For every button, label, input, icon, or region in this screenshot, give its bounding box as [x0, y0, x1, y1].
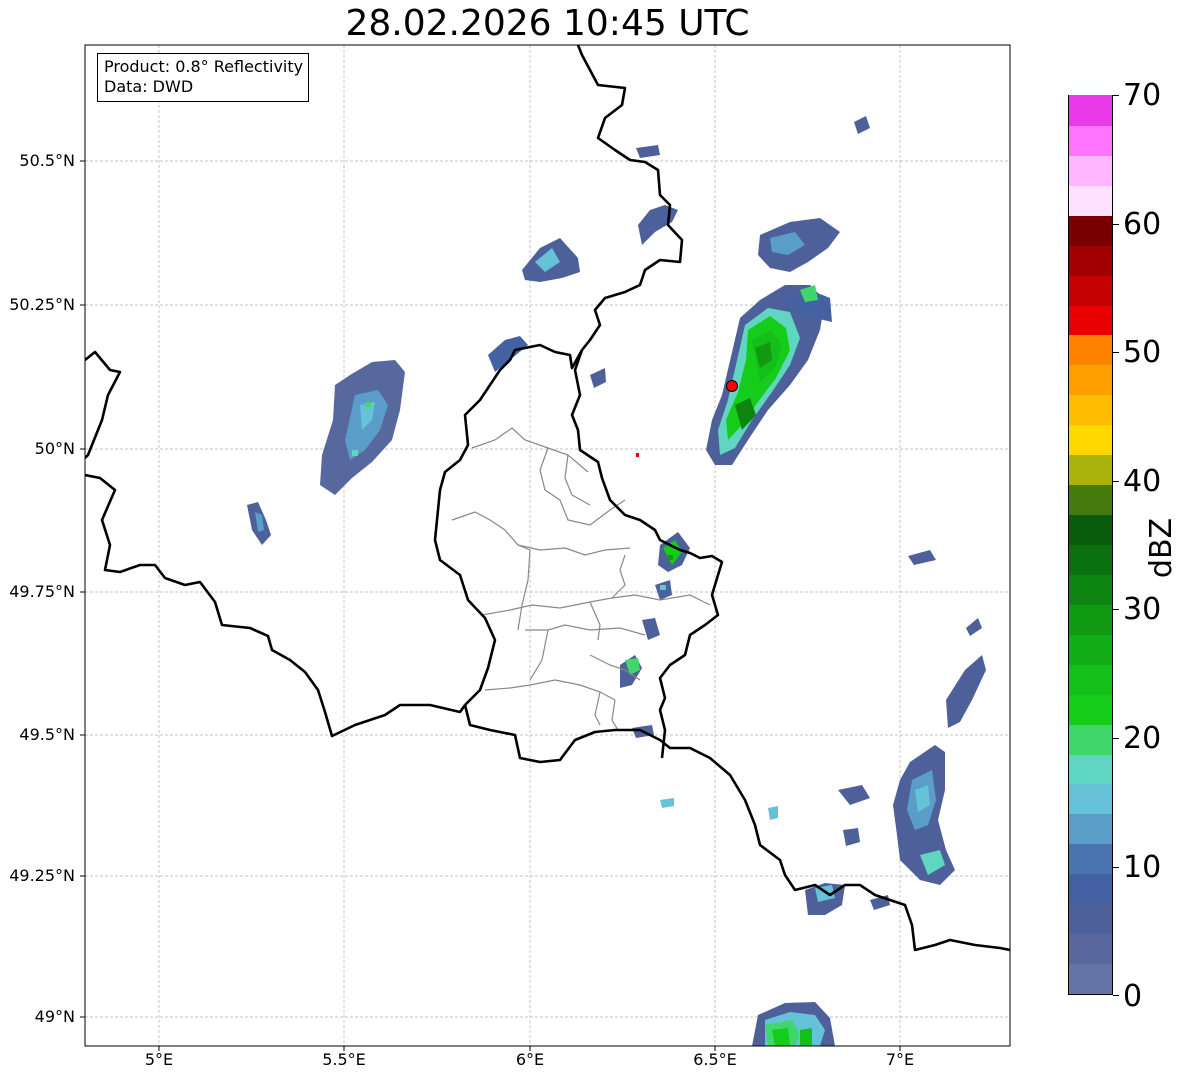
colorbar-tick: [1113, 481, 1119, 482]
colorbar-tick: [1113, 224, 1119, 225]
colorbar-segment: [1069, 903, 1112, 935]
colorbar-segment: [1069, 604, 1112, 635]
lat-label: 50.25°N: [9, 295, 75, 314]
radar-site-marker: [726, 380, 738, 392]
colorbar-segment: [1069, 574, 1112, 605]
colorbar-segment: [1069, 694, 1112, 725]
colorbar: [1068, 95, 1113, 995]
product-info-box: Product: 0.8° Reflectivity Data: DWD: [97, 53, 310, 102]
plot-area: [85, 45, 1010, 1046]
colorbar-segment: [1069, 185, 1112, 216]
colorbar-unit-label: dBZ: [1144, 517, 1179, 579]
colorbar-tick-label: 0: [1123, 979, 1143, 1014]
colorbar-segment: [1069, 873, 1112, 905]
colorbar-tick: [1113, 352, 1119, 353]
colorbar-segment: [1069, 933, 1112, 965]
colorbar-segment: [1069, 963, 1112, 994]
lat-label: 49.5°N: [19, 725, 75, 744]
colorbar-segment: [1069, 724, 1112, 755]
colorbar-segment: [1069, 334, 1112, 366]
colorbar-segment: [1069, 275, 1112, 306]
colorbar-tick-label: 70: [1123, 78, 1162, 113]
colorbar-segment: [1069, 155, 1112, 186]
colorbar-segment: [1069, 753, 1112, 785]
lon-label: 6°E: [515, 1050, 545, 1069]
colorbar-tick-label: 30: [1123, 592, 1162, 627]
lon-label: 7°E: [885, 1050, 915, 1069]
product-label: Product: 0.8° Reflectivity: [104, 57, 304, 76]
data-source-label: Data: DWD: [104, 77, 194, 96]
colorbar-segment: [1069, 125, 1112, 156]
colorbar-tick-label: 50: [1123, 335, 1162, 370]
colorbar-tick-label: 40: [1123, 464, 1162, 499]
colorbar-segment: [1069, 664, 1112, 695]
colorbar-tick-label: 60: [1123, 207, 1162, 242]
colorbar-segment: [1069, 514, 1112, 545]
lat-label: 50.5°N: [19, 151, 75, 170]
colorbar-segment: [1069, 304, 1112, 336]
colorbar-tick: [1113, 95, 1119, 96]
colorbar-segment: [1069, 245, 1112, 276]
colorbar-segment: [1069, 634, 1112, 665]
colorbar-segment: [1069, 544, 1112, 575]
colorbar-tick: [1113, 867, 1119, 868]
lat-label: 49.75°N: [9, 582, 75, 601]
lat-label: 50°N: [34, 439, 75, 458]
colorbar-segment: [1069, 95, 1112, 126]
lon-label: 5.5°E: [322, 1050, 366, 1069]
lat-label: 49°N: [34, 1007, 75, 1026]
colorbar-tick-label: 20: [1123, 721, 1162, 756]
lat-label: 49.25°N: [9, 866, 75, 885]
colorbar-segment: [1069, 783, 1112, 815]
lon-label: 5°E: [144, 1050, 174, 1069]
colorbar-segment: [1069, 364, 1112, 396]
colorbar-tick-label: 10: [1123, 850, 1162, 885]
colorbar-segment: [1069, 215, 1112, 246]
colorbar-tick: [1113, 738, 1119, 739]
colorbar-segment: [1069, 843, 1112, 875]
colorbar-segment: [1069, 454, 1112, 486]
colorbar-tick: [1113, 995, 1119, 996]
colorbar-segment: [1069, 424, 1112, 456]
colorbar-tick: [1113, 609, 1119, 610]
colorbar-segment: [1069, 394, 1112, 426]
colorbar-segment: [1069, 484, 1112, 516]
radar-map: [80, 44, 1011, 1051]
colorbar-segment: [1069, 813, 1112, 845]
lon-label: 6.5°E: [693, 1050, 737, 1069]
